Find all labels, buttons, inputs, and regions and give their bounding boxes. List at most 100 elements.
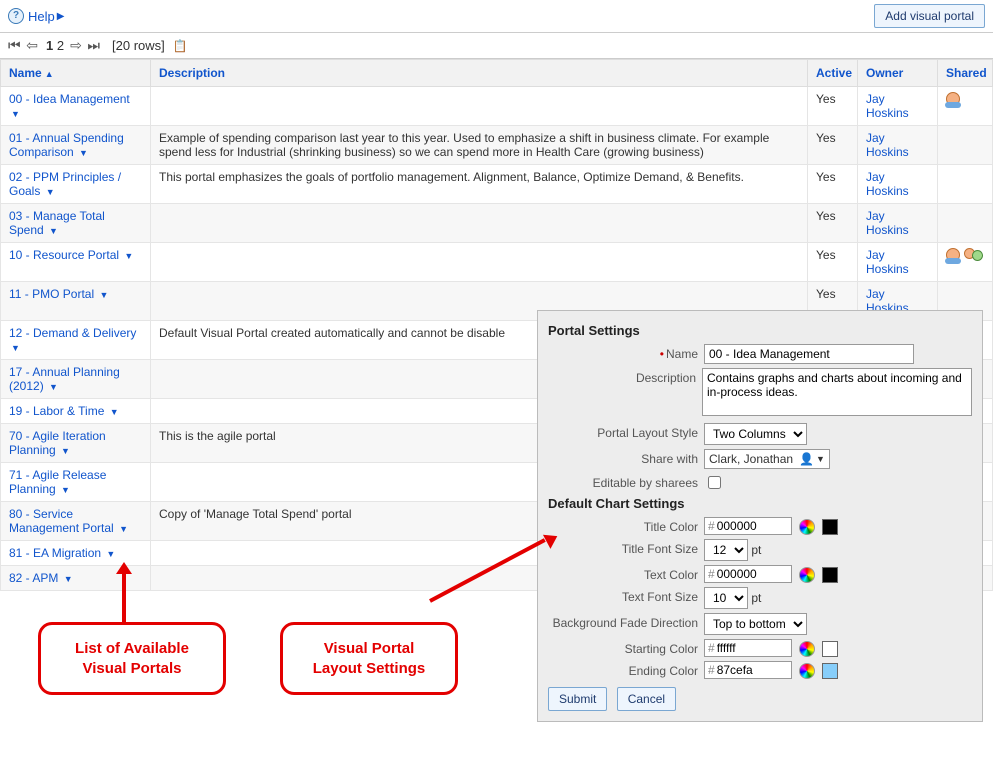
title-font-size-select[interactable]: 12 — [704, 539, 748, 561]
col-shared[interactable]: Shared — [938, 60, 993, 87]
starting-color-label: Starting Color — [548, 639, 698, 656]
portal-settings-panel: Portal Settings •Name Description Portal… — [537, 310, 983, 722]
sort-asc-icon: ▲ — [45, 69, 54, 79]
ending-color-field[interactable] — [717, 663, 777, 677]
active-cell: Yes — [808, 87, 858, 126]
portal-name-link[interactable]: 81 - EA Migration ▼ — [9, 546, 115, 560]
active-cell: Yes — [808, 165, 858, 204]
table-row: 01 - Annual Spending Comparison ▼ Example… — [1, 126, 993, 165]
fade-direction-select[interactable]: Top to bottom — [704, 613, 807, 635]
callout-settings: Visual Portal Layout Settings — [280, 622, 458, 695]
ending-color-preview — [822, 663, 838, 679]
description-cell: This portal emphasizes the goals of port… — [151, 165, 808, 204]
portal-name-link[interactable]: 80 - Service Management Portal ▼ — [9, 507, 128, 535]
title-color-preview — [822, 519, 838, 535]
description-cell — [151, 87, 808, 126]
description-cell — [151, 243, 808, 282]
portal-name-link[interactable]: 00 - Idea Management ▼ — [9, 92, 130, 120]
starting-color-field[interactable] — [717, 641, 777, 655]
editable-by-sharees-checkbox[interactable] — [708, 476, 721, 489]
name-field[interactable] — [704, 344, 914, 364]
portal-name-link[interactable]: 01 - Annual Spending Comparison ▼ — [9, 131, 124, 159]
owner-cell: Jay Hoskins — [858, 165, 938, 204]
portal-name-link[interactable]: 19 - Labor & Time ▼ — [9, 404, 119, 418]
shared-cell — [938, 204, 993, 243]
owner-cell: Jay Hoskins — [858, 126, 938, 165]
group-icon — [964, 248, 984, 262]
active-cell: Yes — [808, 204, 858, 243]
description-field[interactable] — [702, 368, 972, 416]
chevron-down-icon: ▼ — [61, 446, 70, 456]
color-picker-icon[interactable] — [799, 663, 815, 679]
table-row: 02 - PPM Principles / Goals ▼ This portal… — [1, 165, 993, 204]
share-with-label: Share with — [548, 449, 698, 466]
text-color-field[interactable] — [717, 567, 777, 581]
user-icon — [946, 248, 960, 262]
chevron-down-icon: ▼ — [110, 407, 119, 417]
help-link[interactable]: ? Help ▶ — [8, 8, 64, 24]
description-label: Description — [548, 368, 696, 385]
shared-cell — [938, 165, 993, 204]
page-indicator: 1 2 — [46, 38, 64, 53]
owner-link[interactable]: Jay Hoskins — [866, 92, 909, 120]
owner-link[interactable]: Jay Hoskins — [866, 131, 909, 159]
portal-settings-header: Portal Settings — [548, 323, 972, 338]
active-cell: Yes — [808, 126, 858, 165]
shared-cell — [938, 243, 993, 282]
chevron-right-icon: ▶ — [57, 11, 65, 22]
owner-cell: Jay Hoskins — [858, 243, 938, 282]
portal-name-link[interactable]: 11 - PMO Portal ▼ — [9, 287, 108, 301]
portal-name-link[interactable]: 82 - APM ▼ — [9, 571, 73, 585]
callout-list: List of Available Visual Portals — [38, 622, 226, 695]
owner-link[interactable]: Jay Hoskins — [866, 170, 909, 198]
color-picker-icon[interactable] — [799, 519, 815, 535]
share-with-field[interactable]: Clark, Jonathan 👤 ▼ — [704, 449, 830, 469]
owner-link[interactable]: Jay Hoskins — [866, 248, 909, 276]
portal-name-link[interactable]: 03 - Manage Total Spend ▼ — [9, 209, 105, 237]
table-row: 03 - Manage Total Spend ▼ Yes Jay Hoskins — [1, 204, 993, 243]
owner-cell: Jay Hoskins — [858, 204, 938, 243]
next-page-icon[interactable]: ⇨ — [70, 37, 82, 53]
prev-page-icon[interactable]: ⇦ — [26, 37, 38, 53]
name-label: •Name — [548, 344, 698, 361]
description-cell: Example of spending comparison last year… — [151, 126, 808, 165]
last-page-icon[interactable]: ⏭ — [87, 37, 100, 53]
chevron-down-icon[interactable]: ▼ — [816, 454, 825, 464]
color-picker-icon[interactable] — [799, 567, 815, 583]
col-active[interactable]: Active — [808, 60, 858, 87]
layout-style-select[interactable]: Two Columns — [704, 423, 807, 445]
chevron-down-icon: ▼ — [119, 524, 128, 534]
cancel-button[interactable]: Cancel — [617, 687, 676, 711]
col-owner[interactable]: Owner — [858, 60, 938, 87]
portal-name-link[interactable]: 10 - Resource Portal ▼ — [9, 248, 133, 262]
color-picker-icon[interactable] — [799, 641, 815, 657]
text-color-preview — [822, 567, 838, 583]
title-font-size-label: Title Font Size — [548, 539, 698, 556]
chevron-down-icon: ▼ — [49, 226, 58, 236]
help-label: Help — [28, 9, 55, 24]
text-font-size-label: Text Font Size — [548, 587, 698, 604]
portal-name-link[interactable]: 70 - Agile Iteration Planning ▼ — [9, 429, 106, 457]
title-color-field[interactable] — [717, 519, 777, 533]
col-name[interactable]: Name▲ — [1, 60, 151, 87]
owner-link[interactable]: Jay Hoskins — [866, 209, 909, 237]
active-cell: Yes — [808, 243, 858, 282]
text-font-size-select[interactable]: 10 — [704, 587, 748, 609]
col-description[interactable]: Description — [151, 60, 808, 87]
first-page-icon[interactable]: ⏮ — [8, 37, 21, 53]
portal-name-link[interactable]: 17 - Annual Planning (2012) ▼ — [9, 365, 120, 393]
copy-icon[interactable]: 📋 — [173, 39, 188, 53]
chevron-down-icon: ▼ — [11, 109, 20, 119]
table-row: 00 - Idea Management ▼ Yes Jay Hoskins — [1, 87, 993, 126]
portal-name-link[interactable]: 12 - Demand & Delivery ▼ — [9, 326, 136, 354]
submit-button[interactable]: Submit — [548, 687, 607, 711]
shared-cell — [938, 126, 993, 165]
portal-name-link[interactable]: 02 - PPM Principles / Goals ▼ — [9, 170, 121, 198]
editable-by-sharees-label: Editable by sharees — [548, 473, 698, 490]
people-picker-icon[interactable]: 👤 — [799, 452, 814, 466]
chart-settings-header: Default Chart Settings — [548, 496, 972, 511]
add-visual-portal-button[interactable]: Add visual portal — [874, 4, 985, 28]
portal-name-link[interactable]: 71 - Agile Release Planning ▼ — [9, 468, 106, 496]
table-row: 10 - Resource Portal ▼ Yes Jay Hoskins — [1, 243, 993, 282]
chevron-down-icon: ▼ — [61, 485, 70, 495]
